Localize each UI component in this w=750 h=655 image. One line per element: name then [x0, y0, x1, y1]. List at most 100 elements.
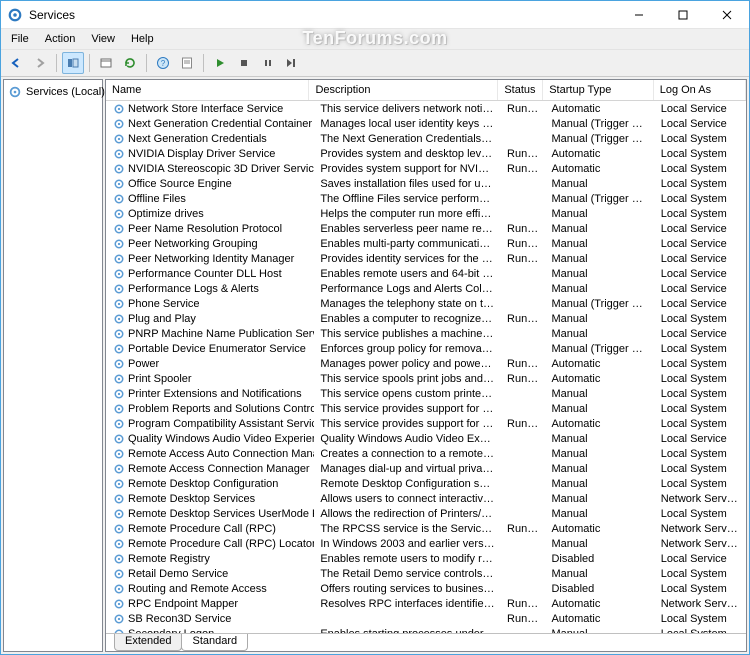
column-status[interactable]: Status: [498, 80, 543, 100]
service-row[interactable]: Remote Procedure Call (RPC)The RPCSS ser…: [106, 521, 746, 536]
service-row[interactable]: NVIDIA Stereoscopic 3D Driver ServicePro…: [106, 161, 746, 176]
service-description: This service publishes a machine name us…: [314, 328, 501, 340]
service-startup-type: Manual (Trigger Start): [545, 343, 654, 355]
service-row[interactable]: Remote Desktop Services UserMode Port Re…: [106, 506, 746, 521]
service-row[interactable]: Problem Reports and Solutions Control Pa…: [106, 401, 746, 416]
service-row[interactable]: Remote Desktop ConfigurationRemote Deskt…: [106, 476, 746, 491]
tab-extended[interactable]: Extended: [114, 634, 182, 651]
service-list[interactable]: Network Store Interface ServiceThis serv…: [106, 101, 746, 633]
service-row[interactable]: Phone ServiceManages the telephony state…: [106, 296, 746, 311]
maximize-button[interactable]: [661, 1, 705, 29]
service-row[interactable]: Optimize drivesHelps the computer run mo…: [106, 206, 746, 221]
service-row[interactable]: Performance Counter DLL HostEnables remo…: [106, 266, 746, 281]
service-row[interactable]: Office Source EngineSaves installation f…: [106, 176, 746, 191]
column-name[interactable]: Name: [106, 80, 309, 100]
service-name: NVIDIA Display Driver Service: [128, 148, 275, 160]
service-row[interactable]: RPC Endpoint Mapper Resolves RPC interfac…: [106, 596, 746, 611]
service-startup-type: Manual: [545, 568, 654, 580]
refresh-button[interactable]: [119, 52, 141, 74]
export-list-button[interactable]: [95, 52, 117, 74]
service-row[interactable]: Network Store Interface ServiceThis serv…: [106, 101, 746, 116]
service-logon-as: Local System: [655, 403, 746, 415]
service-startup-type: Manual: [545, 208, 654, 220]
service-row[interactable]: Printer Extensions and NotificationsThis…: [106, 386, 746, 401]
service-row[interactable]: Next Generation Credential Container Ser…: [106, 116, 746, 131]
properties-button[interactable]: [176, 52, 198, 74]
menu-file[interactable]: File: [3, 31, 37, 47]
service-logon-as: Local System: [655, 208, 746, 220]
service-description: Manages the telephony state on the devic…: [314, 298, 501, 310]
service-startup-type: Automatic: [545, 418, 654, 430]
service-row[interactable]: Peer Name Resolution ProtocolEnables ser…: [106, 221, 746, 236]
close-button[interactable]: [705, 1, 749, 29]
service-row[interactable]: Next Generation CredentialsThe Next Gene…: [106, 131, 746, 146]
service-startup-type: Manual: [545, 268, 654, 280]
service-row[interactable]: Remote Access Connection ManagerManages …: [106, 461, 746, 476]
service-description: Enables remote users and 64-bit processe…: [314, 268, 501, 280]
service-row[interactable]: Remote Procedure Call (RPC) LocatorIn Wi…: [106, 536, 746, 551]
tree-root-services-local[interactable]: Services (Local): [6, 84, 100, 100]
service-row[interactable]: Quality Windows Audio Video ExperienceQu…: [106, 431, 746, 446]
service-logon-as: Network Service: [655, 523, 746, 535]
gear-icon: [112, 117, 125, 130]
service-logon-as: Local Service: [655, 223, 746, 235]
service-row[interactable]: SB Recon3D ServiceRunningAutomaticLocal …: [106, 611, 746, 626]
service-startup-type: Automatic: [545, 373, 654, 385]
pause-service-button[interactable]: [257, 52, 279, 74]
service-startup-type: Manual: [545, 478, 654, 490]
service-row[interactable]: Peer Networking GroupingEnables multi-pa…: [106, 236, 746, 251]
service-row[interactable]: Print SpoolerThis service spools print j…: [106, 371, 746, 386]
service-row[interactable]: Performance Logs & AlertsPerformance Log…: [106, 281, 746, 296]
minimize-button[interactable]: [617, 1, 661, 29]
service-description: Manages local user identity keys used to…: [314, 118, 501, 130]
gear-icon: [112, 192, 125, 205]
back-button[interactable]: [5, 52, 27, 74]
start-service-button[interactable]: [209, 52, 231, 74]
menu-help[interactable]: Help: [123, 31, 162, 47]
service-row[interactable]: Retail Demo ServiceThe Retail Demo servi…: [106, 566, 746, 581]
service-row[interactable]: Remote RegistryEnables remote users to m…: [106, 551, 746, 566]
service-status: Running: [501, 418, 545, 430]
show-hide-tree-button[interactable]: [62, 52, 84, 74]
menu-view[interactable]: View: [83, 31, 123, 47]
service-description: This service provides support for the Pr…: [314, 418, 501, 430]
service-row[interactable]: Peer Networking Identity ManagerProvides…: [106, 251, 746, 266]
service-description: This service spools print jobs and handl…: [314, 373, 501, 385]
service-row[interactable]: Program Compatibility Assistant ServiceT…: [106, 416, 746, 431]
service-row[interactable]: Plug and PlayEnables a computer to recog…: [106, 311, 746, 326]
tab-standard[interactable]: Standard: [181, 634, 248, 651]
service-description: Enables remote users to modify registry …: [314, 553, 501, 565]
service-row[interactable]: Remote Access Auto Connection ManagerCre…: [106, 446, 746, 461]
service-startup-type: Manual: [545, 403, 654, 415]
column-log-on-as[interactable]: Log On As: [654, 80, 746, 100]
menu-action[interactable]: Action: [37, 31, 84, 47]
service-name: Power: [128, 358, 159, 370]
stop-service-button[interactable]: [233, 52, 255, 74]
service-description: Resolves RPC interfaces identifiers to t…: [314, 598, 501, 610]
service-row[interactable]: PowerManages power policy and power poli…: [106, 356, 746, 371]
console-tree[interactable]: Services (Local): [3, 79, 103, 652]
gear-icon: [112, 207, 125, 220]
gear-icon: [112, 267, 125, 280]
service-logon-as: Local Service: [655, 238, 746, 250]
service-row[interactable]: Portable Device Enumerator ServiceEnforc…: [106, 341, 746, 356]
service-logon-as: Local System: [655, 478, 746, 490]
service-description: Allows the redirection of Printers/Drive…: [314, 508, 501, 520]
service-logon-as: Local System: [655, 568, 746, 580]
help-button[interactable]: ?: [152, 52, 174, 74]
service-row[interactable]: NVIDIA Display Driver ServiceProvides sy…: [106, 146, 746, 161]
column-startup-type[interactable]: Startup Type: [543, 80, 654, 100]
service-logon-as: Local System: [655, 343, 746, 355]
service-row[interactable]: PNRP Machine Name Publication ServiceThi…: [106, 326, 746, 341]
forward-button[interactable]: [29, 52, 51, 74]
service-row[interactable]: Routing and Remote AccessOffers routing …: [106, 581, 746, 596]
gear-icon: [112, 327, 125, 340]
service-name: RPC Endpoint Mapper: [128, 598, 238, 610]
column-description[interactable]: Description: [309, 80, 498, 100]
service-row[interactable]: Secondary LogonEnables starting processe…: [106, 626, 746, 633]
service-row[interactable]: Offline FilesThe Offline Files service p…: [106, 191, 746, 206]
tree-root-label: Services (Local): [26, 86, 105, 98]
service-startup-type: Manual: [545, 538, 654, 550]
restart-service-button[interactable]: [281, 52, 303, 74]
service-row[interactable]: Remote Desktop ServicesAllows users to c…: [106, 491, 746, 506]
